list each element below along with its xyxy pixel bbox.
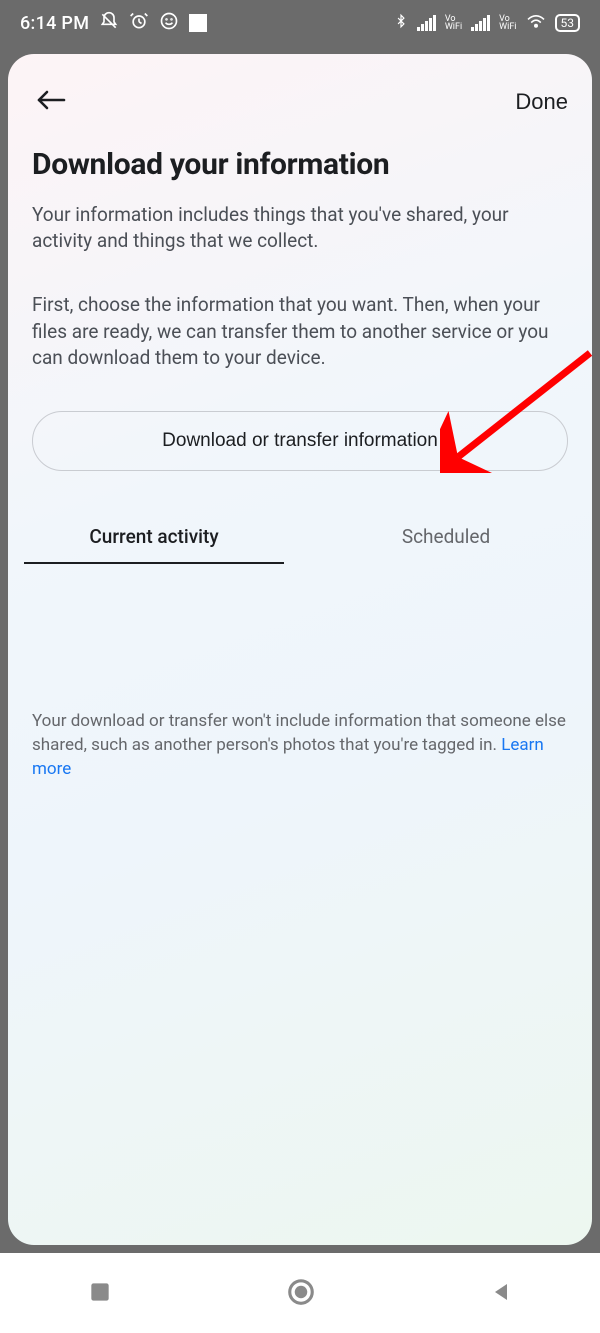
header: Done [8,54,592,129]
status-time: 6:14 PM [20,13,89,34]
footnote-text: Your download or transfer won't include … [32,711,566,755]
vowifi-2-icon: VoWiFi [499,15,516,31]
tabs: Current activity Scheduled [8,513,592,564]
home-button[interactable] [276,1267,326,1320]
arrow-left-icon [36,88,66,112]
tab-scheduled[interactable]: Scheduled [300,513,592,564]
square-icon [87,1279,113,1305]
back-nav-button[interactable] [479,1269,523,1318]
footnote: Your download or transfer won't include … [8,564,592,781]
notification-icon [189,14,207,32]
system-nav-bar [0,1253,600,1333]
status-bar: 6:14 PM VoWiFi VoWiFi 53 [0,0,600,46]
bluetooth-icon [394,11,408,36]
triangle-left-icon [489,1279,513,1305]
alarm-icon [129,11,149,36]
main-card: Done Download your information Your info… [8,54,592,1245]
status-right: VoWiFi VoWiFi 53 [394,11,580,36]
circle-icon [286,1277,316,1307]
mute-icon [99,11,119,36]
vowifi-1-icon: VoWiFi [445,15,462,31]
signal-2-icon [471,15,490,31]
status-left: 6:14 PM [20,11,207,36]
download-or-transfer-button[interactable]: Download or transfer information [32,411,568,471]
whatsapp-icon [159,11,179,36]
back-button[interactable] [32,84,70,119]
recents-button[interactable] [77,1269,123,1318]
done-button[interactable]: Done [515,89,568,115]
battery-icon: 53 [555,14,581,32]
page-title: Download your information [8,129,592,192]
intro-paragraph-2: First, choose the information that you w… [8,282,592,371]
intro-paragraph-1: Your information includes things that yo… [8,192,592,254]
wifi-icon [526,13,546,34]
tab-current-activity[interactable]: Current activity [8,513,300,564]
signal-1-icon [417,15,436,31]
